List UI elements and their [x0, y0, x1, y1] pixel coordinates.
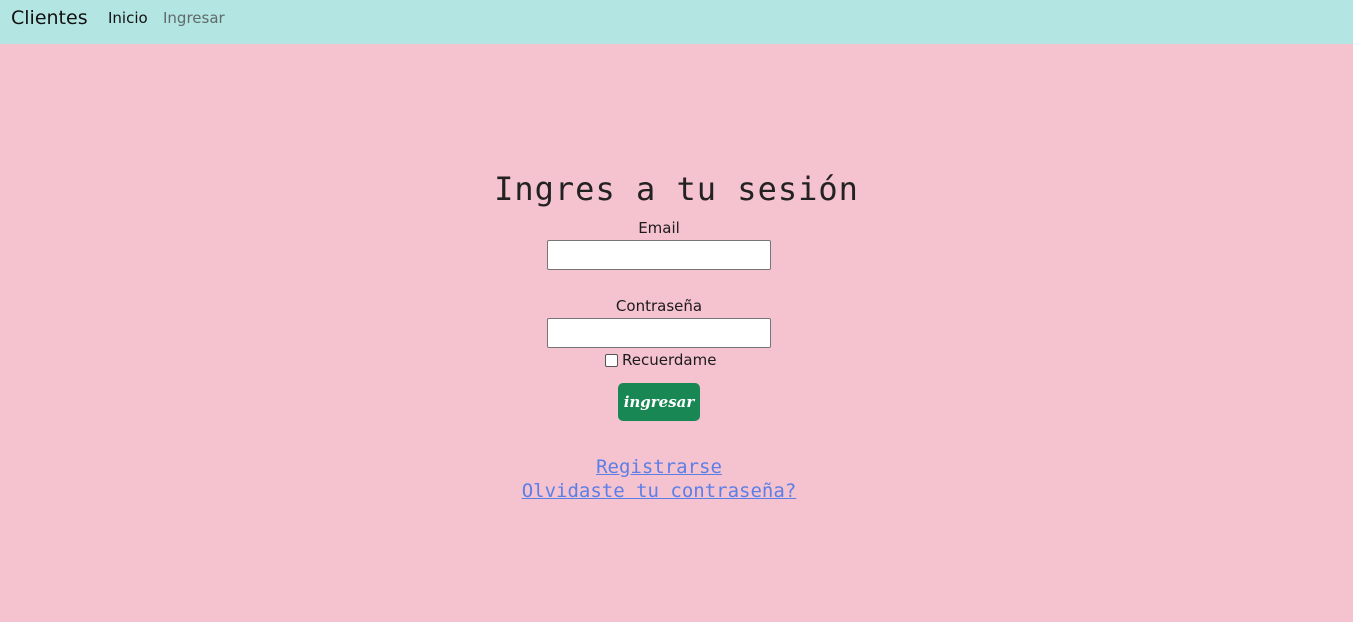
remember-me[interactable]: Recuerdame — [605, 351, 716, 369]
password-input[interactable] — [547, 318, 771, 348]
nav-link-ingresar[interactable]: Ingresar — [163, 9, 225, 27]
password-label: Contraseña — [615, 297, 703, 315]
navbar: Clientes Inicio Ingresar — [0, 0, 1353, 44]
page-title: Ingres a tu sesión — [494, 170, 859, 208]
remember-checkbox[interactable] — [605, 354, 618, 367]
email-input[interactable] — [547, 240, 771, 270]
forgot-password-link[interactable]: Olvidaste tu contraseña? — [0, 480, 1318, 502]
submit-button[interactable]: ingresar — [618, 383, 700, 421]
register-link[interactable]: Registrarse — [0, 456, 1318, 478]
nav-link-inicio[interactable]: Inicio — [108, 9, 148, 27]
remember-label: Recuerdame — [622, 351, 717, 369]
brand-link[interactable]: Clientes — [11, 7, 88, 29]
email-label: Email — [638, 219, 680, 237]
